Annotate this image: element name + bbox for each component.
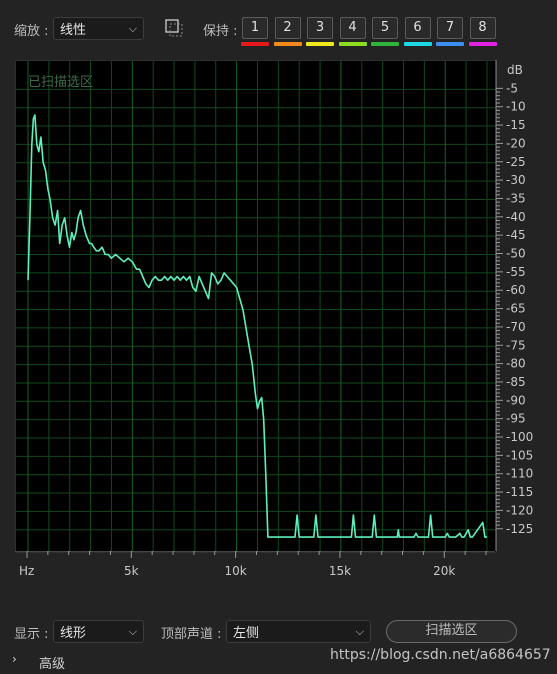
- db-label: -95: [506, 412, 526, 426]
- hold-color-7: [436, 42, 464, 46]
- zoom-dropdown[interactable]: 线性 ⌵: [53, 17, 144, 40]
- spectrum-plot[interactable]: 已扫描选区: [15, 60, 497, 553]
- chevron-down-icon: ⌵: [128, 624, 137, 638]
- hold-color-4: [338, 42, 367, 46]
- db-label: -25: [506, 155, 526, 169]
- top-channel-dropdown[interactable]: 左侧 ⌵: [226, 620, 371, 643]
- hold-buttons: 12345678: [241, 17, 502, 49]
- zoom-label: 缩放 :: [14, 24, 49, 39]
- frame-select-icon[interactable]: [165, 19, 183, 37]
- watermark: https://blog.csdn.net/a6864657: [330, 647, 551, 663]
- hold-label: 保持 :: [203, 24, 238, 39]
- display-label: 显示 :: [14, 627, 49, 642]
- db-label: -90: [506, 393, 526, 407]
- db-label: -60: [506, 283, 526, 297]
- hold-button-6[interactable]: 6: [404, 17, 431, 39]
- db-label: -65: [506, 302, 526, 316]
- db-label: -55: [506, 265, 526, 279]
- top-channel-label: 顶部声道 :: [161, 627, 222, 642]
- hold-color-3: [306, 42, 334, 46]
- chevron-down-icon: ⌵: [128, 21, 137, 35]
- chevron-down-icon: ⌵: [355, 624, 364, 638]
- db-label: -120: [506, 503, 533, 517]
- db-label: -100: [506, 430, 533, 444]
- hold-button-8[interactable]: 8: [469, 17, 496, 39]
- hold-color-5: [371, 42, 399, 46]
- db-label: -105: [506, 448, 533, 462]
- hold-color-2: [273, 42, 302, 46]
- hold-color-8: [468, 42, 497, 46]
- db-label: -50: [506, 247, 526, 261]
- db-unit: dB: [507, 63, 523, 77]
- hold-color-6: [403, 42, 432, 46]
- db-label: -45: [506, 228, 526, 242]
- db-label: -5: [506, 81, 518, 95]
- hold-color-1: [241, 42, 269, 46]
- hz-axis: Hz 5k 10k 15k 20k: [15, 551, 495, 578]
- db-label: -70: [506, 320, 526, 334]
- chevron-right-icon[interactable]: ›: [12, 652, 17, 666]
- hold-button-4[interactable]: 4: [339, 17, 366, 39]
- scanned-region-overlay: 已扫描选区: [28, 75, 94, 90]
- hz-label: 15k: [329, 564, 351, 578]
- top-channel-value: 左侧: [233, 626, 260, 641]
- db-label: -110: [506, 467, 533, 481]
- db-label: -125: [506, 522, 533, 536]
- hold-button-2[interactable]: 2: [274, 17, 301, 39]
- advanced-toggle[interactable]: 高级: [39, 653, 65, 672]
- hold-button-5[interactable]: 5: [372, 17, 398, 39]
- db-label: -85: [506, 375, 526, 389]
- hz-label: 20k: [433, 564, 455, 578]
- hz-label: Hz: [19, 564, 34, 578]
- db-label: -15: [506, 118, 526, 132]
- db-label: -40: [506, 210, 526, 224]
- hold-button-1[interactable]: 1: [242, 17, 268, 39]
- hz-label: 10k: [225, 564, 247, 578]
- db-label: -80: [506, 357, 526, 371]
- scan-selection-button[interactable]: 扫描选区: [386, 620, 517, 643]
- hz-label: 5k: [124, 564, 139, 578]
- zoom-value: 线性: [60, 23, 87, 38]
- spectrum-plot-svg: [16, 61, 496, 552]
- db-label: -20: [506, 136, 526, 150]
- display-value: 线形: [60, 626, 87, 641]
- db-label: -75: [506, 338, 526, 352]
- db-label: -35: [506, 191, 526, 205]
- display-dropdown[interactable]: 线形 ⌵: [53, 620, 144, 643]
- db-axis: dB -5 -10 -15 -20 -25 -30 -35 -40 -45 -50 -55 -60 -65…: [495, 60, 533, 551]
- hold-button-3[interactable]: 3: [307, 17, 333, 39]
- db-label: -30: [506, 173, 526, 187]
- db-label: -115: [506, 485, 533, 499]
- db-label: -10: [506, 100, 526, 114]
- hold-button-7[interactable]: 7: [437, 17, 463, 39]
